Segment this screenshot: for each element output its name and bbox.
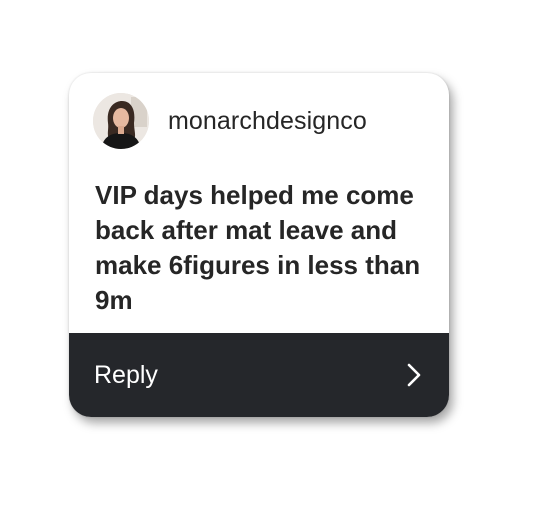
chevron-right-icon: [407, 363, 421, 387]
message-text: VIP days helped me come back after mat l…: [95, 180, 421, 315]
reply-button[interactable]: Reply: [69, 333, 449, 417]
username[interactable]: monarchdesignco: [168, 107, 367, 136]
avatar[interactable]: [93, 93, 149, 149]
message-card: monarchdesignco VIP days helped me come …: [69, 73, 449, 417]
stage: monarchdesignco VIP days helped me come …: [0, 0, 536, 510]
profile-photo-icon: [93, 93, 149, 149]
card-header: monarchdesignco: [93, 93, 367, 149]
reply-label: Reply: [94, 360, 158, 389]
